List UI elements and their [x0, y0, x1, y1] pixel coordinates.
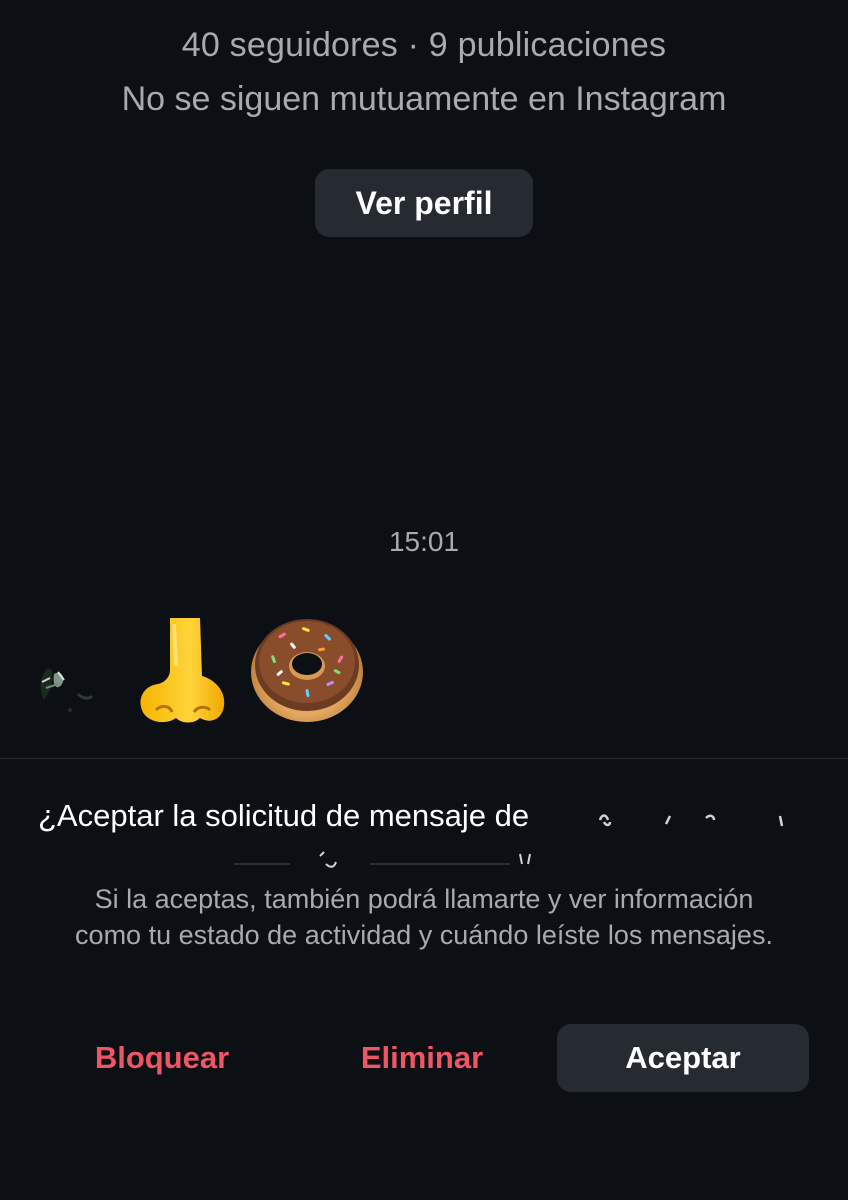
block-button[interactable]: Bloquear [60, 1024, 264, 1092]
doughnut-emoji [251, 619, 363, 722]
sender-avatar[interactable] [30, 630, 104, 720]
delete-button[interactable]: Eliminar [320, 1024, 524, 1092]
divider [0, 758, 848, 759]
mutual-follow-note: No se siguen mutuamente en Instagram [121, 80, 727, 118]
message-request-screen: 40 seguidores · 9 publicaciones No se si… [0, 0, 848, 1200]
view-profile-button[interactable]: Ver perfil [315, 169, 533, 237]
redacted-username-continued [234, 851, 531, 868]
accept-button[interactable]: Aceptar [557, 1024, 809, 1092]
message-bubble[interactable] [136, 606, 366, 726]
message-timestamp: 15:01 [388, 526, 460, 557]
redacted-username [598, 814, 784, 827]
nose-emoji [140, 618, 225, 723]
profile-stats: 40 seguidores · 9 publicaciones [181, 26, 667, 64]
request-title: ¿Aceptar la solicitud de mensaje de [38, 798, 530, 833]
request-description: Si la aceptas, también podrá llamarte y … [75, 884, 773, 950]
